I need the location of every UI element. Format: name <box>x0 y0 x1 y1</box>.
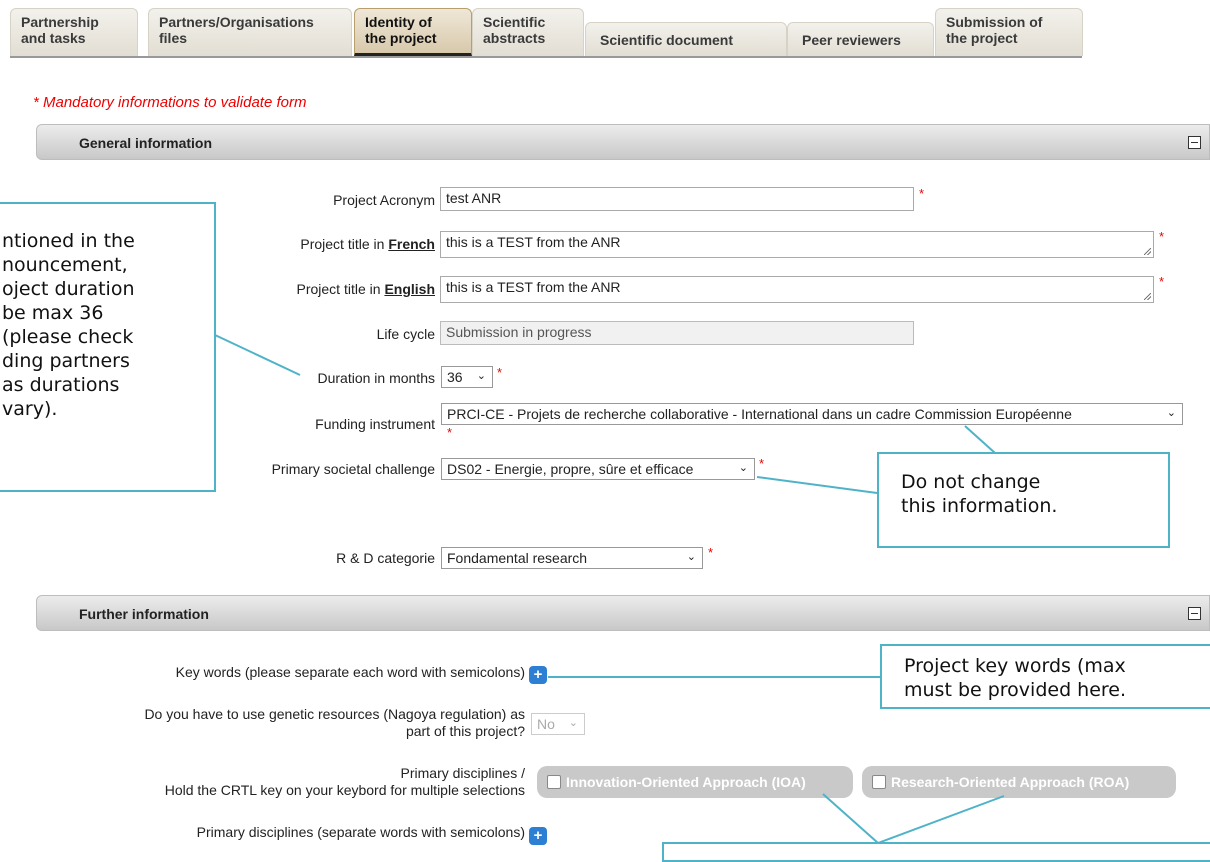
keywords-callout: Project key words (max must be provided … <box>880 644 1210 709</box>
funding-callout: Do not change this information. <box>877 452 1170 548</box>
duration-callout: ntioned in the nouncement, oject duratio… <box>0 202 216 492</box>
disciplines-callout <box>662 842 1210 862</box>
